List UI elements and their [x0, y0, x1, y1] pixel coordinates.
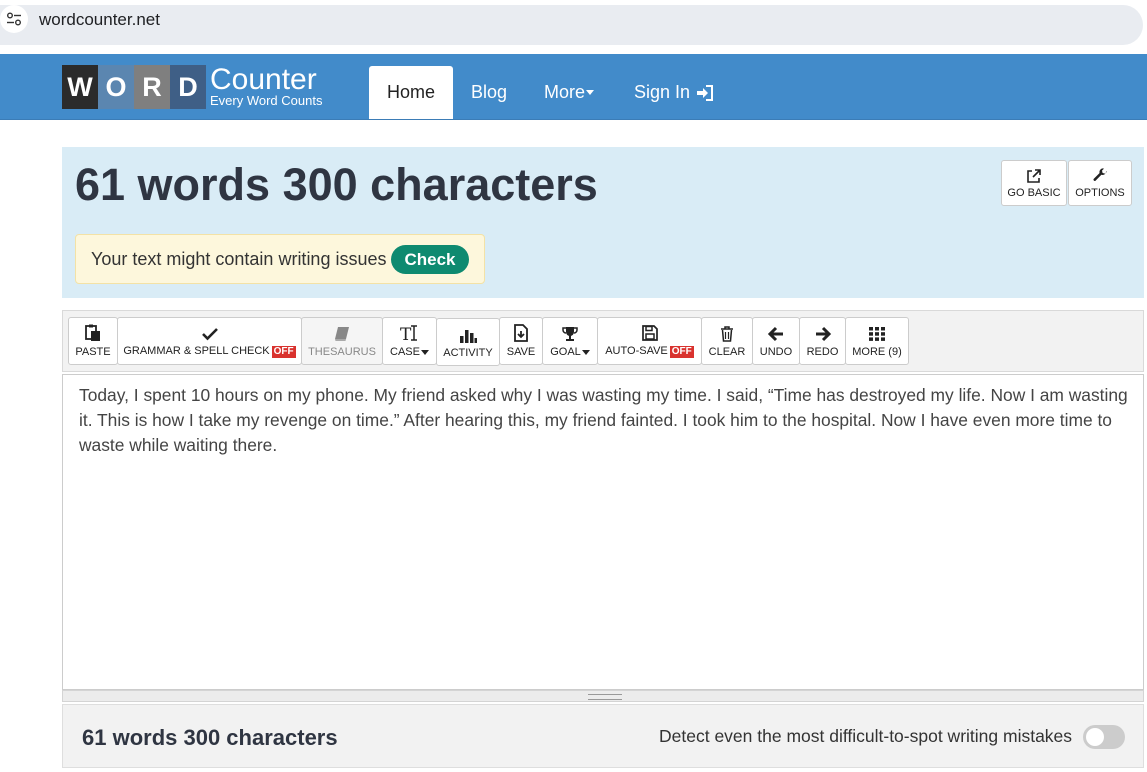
browser-address-bar: wordcounter.net: [0, 0, 1147, 54]
floppy-disk-icon: [641, 325, 658, 341]
trash-icon: [721, 326, 733, 342]
grid-icon: [869, 327, 885, 341]
go-basic-button[interactable]: GO BASIC: [1001, 160, 1067, 206]
nav-more-label: More: [544, 82, 586, 102]
options-button[interactable]: OPTIONS: [1068, 160, 1132, 206]
logo-tile-d: D: [170, 65, 206, 109]
site-logo[interactable]: W O R D Counter Every Word Counts: [62, 65, 322, 109]
goal-caret-icon: [581, 349, 590, 355]
grammar-label: GRAMMAR & SPELL CHECK: [123, 345, 270, 357]
bottom-word-count: 61 words 300 characters: [82, 725, 338, 750]
nav-sign-in[interactable]: Sign In: [617, 66, 731, 119]
nav-home[interactable]: Home: [369, 66, 453, 119]
bar-chart-icon: [460, 330, 477, 343]
activity-button[interactable]: ACTIVITY: [436, 318, 500, 366]
url-field[interactable]: [0, 5, 1143, 45]
auto-save-off-badge: OFF: [669, 346, 694, 358]
caret-down-icon: [586, 90, 595, 95]
logo-tile-r: R: [134, 65, 170, 109]
stats-panel: 61 words 300 characters GO BASIC OPTIONS…: [62, 147, 1144, 298]
logo-tile-w: W: [62, 65, 98, 109]
svg-text:T: T: [400, 325, 412, 342]
url-text[interactable]: wordcounter.net: [39, 10, 160, 30]
case-label: CASE: [390, 346, 420, 358]
paste-label: PASTE: [75, 346, 111, 358]
logo-name: Counter: [210, 63, 317, 96]
nav-blog[interactable]: Blog: [454, 66, 524, 119]
check-button[interactable]: Check: [391, 245, 469, 274]
writing-issues-text: Your text might contain writing issues: [91, 249, 387, 269]
activity-label: ACTIVITY: [443, 347, 493, 359]
save-label: SAVE: [506, 346, 536, 358]
undo-button[interactable]: UNDO: [752, 317, 800, 365]
nav-blog-label: Blog: [471, 82, 508, 102]
writing-issues-banner: Your text might contain writing issues C…: [75, 234, 485, 284]
undo-label: UNDO: [759, 346, 793, 358]
word-character-count: 61 words 300 characters: [75, 159, 598, 210]
sign-in-icon: [697, 84, 714, 101]
thesaurus-label: THESAURUS: [308, 346, 376, 358]
case-dropdown[interactable]: T CASE: [382, 317, 437, 365]
more-tools-label: MORE (9): [852, 346, 902, 358]
logo-wordmark: Counter Every Word Counts: [210, 63, 323, 108]
grammar-off-badge: OFF: [271, 346, 296, 358]
logo-tagline: Every Word Counts: [210, 93, 323, 108]
text-case-icon: T: [400, 325, 417, 342]
grammar-label-wrap: GRAMMAR & SPELL CHECK OFF: [123, 345, 296, 358]
save-button[interactable]: SAVE: [499, 317, 543, 365]
paste-button[interactable]: PASTE: [68, 317, 118, 365]
nav-more-dropdown[interactable]: More: [527, 66, 611, 119]
nav-home-label: Home: [386, 82, 435, 102]
arrow-right-icon: [815, 326, 831, 342]
clear-button[interactable]: CLEAR: [701, 317, 753, 365]
thesaurus-button[interactable]: THESAURUS: [301, 317, 383, 365]
wrench-icon: [1093, 167, 1107, 181]
go-basic-label: GO BASIC: [1007, 186, 1061, 199]
grammar-check-button[interactable]: GRAMMAR & SPELL CHECK OFF: [117, 317, 302, 365]
goal-label: GOAL: [550, 346, 581, 358]
paste-icon: [85, 324, 100, 341]
more-tools-button[interactable]: MORE (9): [845, 317, 909, 365]
clear-label: CLEAR: [708, 346, 746, 358]
options-label: OPTIONS: [1075, 186, 1125, 199]
save-file-icon: [514, 324, 528, 342]
toggle-knob: [1086, 728, 1104, 746]
site-info-icon[interactable]: [0, 5, 28, 33]
site-header: W O R D Counter Every Word Counts Home B…: [0, 54, 1147, 120]
auto-save-label: AUTO-SAVE: [605, 345, 668, 357]
detect-mistakes-toggle[interactable]: [1083, 725, 1125, 749]
case-label-wrap: CASE: [390, 346, 429, 358]
editor-toolbar: PASTE GRAMMAR & SPELL CHECK OFF THESAURUS…: [62, 310, 1144, 372]
logo-tile-o: O: [98, 65, 134, 109]
autosave-label-wrap: AUTO-SAVE OFF: [605, 345, 694, 358]
nav-sign-in-label: Sign In: [634, 82, 691, 102]
redo-label: REDO: [806, 346, 839, 358]
goal-label-wrap: GOAL: [550, 346, 590, 358]
auto-save-button[interactable]: AUTO-SAVE OFF: [597, 317, 702, 365]
case-caret-icon: [420, 349, 429, 355]
bottom-stats-bar: 61 words 300 characters Detect even the …: [62, 704, 1144, 768]
arrow-left-icon: [767, 326, 783, 342]
book-icon: [335, 327, 349, 341]
editor-text[interactable]: Today, I spent 10 hours on my phone. My …: [79, 383, 1131, 458]
detect-mistakes-text: Detect even the most difficult-to-spot w…: [659, 726, 1073, 746]
trophy-icon: [562, 327, 578, 341]
external-link-icon: [1027, 168, 1041, 183]
checkmark-icon: [201, 328, 218, 341]
redo-button[interactable]: REDO: [799, 317, 846, 365]
text-editor[interactable]: Today, I spent 10 hours on my phone. My …: [62, 374, 1144, 690]
editor-resize-handle[interactable]: [62, 690, 1144, 702]
goal-dropdown[interactable]: GOAL: [542, 317, 598, 365]
grip-icon: [588, 694, 622, 700]
